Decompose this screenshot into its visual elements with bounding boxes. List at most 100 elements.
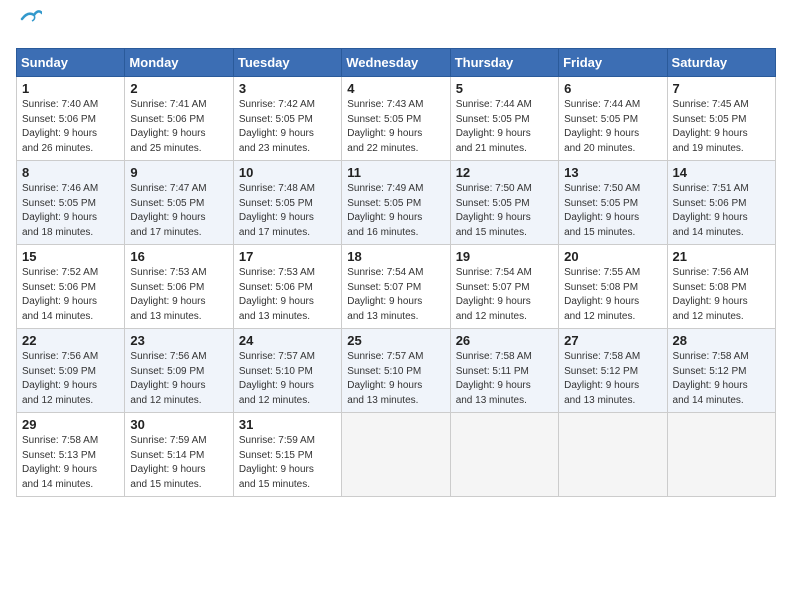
- day-info: Sunrise: 7:49 AM Sunset: 5:05 PM Dayligh…: [347, 182, 444, 240]
- day-info: Sunrise: 7:57 AM Sunset: 5:10 PM Dayligh…: [239, 350, 336, 408]
- day-number: 2: [130, 81, 227, 96]
- day-info: Sunrise: 7:57 AM Sunset: 5:10 PM Dayligh…: [347, 350, 444, 408]
- calendar-cell: 24 Sunrise: 7:57 AM Sunset: 5:10 PM Dayli…: [233, 329, 341, 413]
- calendar-week-1: 1 Sunrise: 7:40 AM Sunset: 5:06 PM Daylig…: [17, 77, 776, 161]
- day-number: 25: [347, 333, 444, 348]
- calendar-week-3: 15Sunrise: 7:52 AM Sunset: 5:06 PM Dayli…: [17, 245, 776, 329]
- calendar-cell: 2 Sunrise: 7:41 AM Sunset: 5:06 PM Daylig…: [125, 77, 233, 161]
- day-info: Sunrise: 7:54 AM Sunset: 5:07 PM Dayligh…: [347, 266, 444, 324]
- weekday-header-saturday: Saturday: [667, 49, 775, 77]
- day-number: 27: [564, 333, 661, 348]
- day-number: 31: [239, 417, 336, 432]
- calendar-cell: [342, 413, 450, 497]
- calendar-cell: 1 Sunrise: 7:40 AM Sunset: 5:06 PM Daylig…: [17, 77, 125, 161]
- calendar-cell: 5 Sunrise: 7:44 AM Sunset: 5:05 PM Daylig…: [450, 77, 558, 161]
- day-number: 8: [22, 165, 119, 180]
- calendar-cell: [450, 413, 558, 497]
- calendar-cell: 13Sunrise: 7:50 AM Sunset: 5:05 PM Dayli…: [559, 161, 667, 245]
- day-info: Sunrise: 7:42 AM Sunset: 5:05 PM Dayligh…: [239, 98, 336, 156]
- day-number: 7: [673, 81, 770, 96]
- calendar-cell: 7 Sunrise: 7:45 AM Sunset: 5:05 PM Daylig…: [667, 77, 775, 161]
- calendar-cell: 12 Sunrise: 7:50 AM Sunset: 5:05 PM Dayli…: [450, 161, 558, 245]
- day-number: 3: [239, 81, 336, 96]
- day-info: Sunrise: 7:58 AM Sunset: 5:13 PM Dayligh…: [22, 434, 119, 492]
- calendar-cell: 10 Sunrise: 7:48 AM Sunset: 5:05 PM Dayli…: [233, 161, 341, 245]
- calendar-cell: 21 Sunrise: 7:56 AM Sunset: 5:08 PM Dayli…: [667, 245, 775, 329]
- calendar-cell: 15Sunrise: 7:52 AM Sunset: 5:06 PM Dayli…: [17, 245, 125, 329]
- day-info: Sunrise: 7:55 AM Sunset: 5:08 PM Dayligh…: [564, 266, 661, 324]
- calendar-cell: 31 Sunrise: 7:59 AM Sunset: 5:15 PM Dayli…: [233, 413, 341, 497]
- calendar-cell: 17 Sunrise: 7:53 AM Sunset: 5:06 PM Dayli…: [233, 245, 341, 329]
- day-info: Sunrise: 7:41 AM Sunset: 5:06 PM Dayligh…: [130, 98, 227, 156]
- day-info: Sunrise: 7:58 AM Sunset: 5:12 PM Dayligh…: [673, 350, 770, 408]
- logo-bird-icon: [20, 9, 42, 27]
- day-number: 26: [456, 333, 553, 348]
- day-number: 17: [239, 249, 336, 264]
- day-number: 13: [564, 165, 661, 180]
- day-info: Sunrise: 7:58 AM Sunset: 5:12 PM Dayligh…: [564, 350, 661, 408]
- calendar-cell: 4Sunrise: 7:43 AM Sunset: 5:05 PM Daylig…: [342, 77, 450, 161]
- day-info: Sunrise: 7:40 AM Sunset: 5:06 PM Dayligh…: [22, 98, 119, 156]
- weekday-header-wednesday: Wednesday: [342, 49, 450, 77]
- calendar-cell: 29Sunrise: 7:58 AM Sunset: 5:13 PM Dayli…: [17, 413, 125, 497]
- day-number: 23: [130, 333, 227, 348]
- day-info: Sunrise: 7:56 AM Sunset: 5:08 PM Dayligh…: [673, 266, 770, 324]
- calendar-cell: 30 Sunrise: 7:59 AM Sunset: 5:14 PM Dayli…: [125, 413, 233, 497]
- calendar-cell: 22 Sunrise: 7:56 AM Sunset: 5:09 PM Dayli…: [17, 329, 125, 413]
- weekday-header-monday: Monday: [125, 49, 233, 77]
- day-info: Sunrise: 7:44 AM Sunset: 5:05 PM Dayligh…: [564, 98, 661, 156]
- day-info: Sunrise: 7:48 AM Sunset: 5:05 PM Dayligh…: [239, 182, 336, 240]
- day-info: Sunrise: 7:59 AM Sunset: 5:15 PM Dayligh…: [239, 434, 336, 492]
- day-number: 30: [130, 417, 227, 432]
- calendar-week-2: 8 Sunrise: 7:46 AM Sunset: 5:05 PM Daylig…: [17, 161, 776, 245]
- page-header: [16, 16, 776, 38]
- day-number: 20: [564, 249, 661, 264]
- calendar-cell: 16 Sunrise: 7:53 AM Sunset: 5:06 PM Dayli…: [125, 245, 233, 329]
- calendar-cell: 9Sunrise: 7:47 AM Sunset: 5:05 PM Daylig…: [125, 161, 233, 245]
- calendar-cell: 26 Sunrise: 7:58 AM Sunset: 5:11 PM Dayli…: [450, 329, 558, 413]
- day-number: 10: [239, 165, 336, 180]
- day-number: 19: [456, 249, 553, 264]
- calendar-cell: 6 Sunrise: 7:44 AM Sunset: 5:05 PM Daylig…: [559, 77, 667, 161]
- calendar-cell: 8 Sunrise: 7:46 AM Sunset: 5:05 PM Daylig…: [17, 161, 125, 245]
- calendar-cell: 19 Sunrise: 7:54 AM Sunset: 5:07 PM Dayli…: [450, 245, 558, 329]
- day-number: 6: [564, 81, 661, 96]
- day-info: Sunrise: 7:47 AM Sunset: 5:05 PM Dayligh…: [130, 182, 227, 240]
- day-info: Sunrise: 7:54 AM Sunset: 5:07 PM Dayligh…: [456, 266, 553, 324]
- day-info: Sunrise: 7:59 AM Sunset: 5:14 PM Dayligh…: [130, 434, 227, 492]
- calendar-cell: 14Sunrise: 7:51 AM Sunset: 5:06 PM Dayli…: [667, 161, 775, 245]
- weekday-header-thursday: Thursday: [450, 49, 558, 77]
- day-number: 5: [456, 81, 553, 96]
- day-number: 16: [130, 249, 227, 264]
- day-info: Sunrise: 7:50 AM Sunset: 5:05 PM Dayligh…: [456, 182, 553, 240]
- day-info: Sunrise: 7:45 AM Sunset: 5:05 PM Dayligh…: [673, 98, 770, 156]
- day-number: 12: [456, 165, 553, 180]
- day-info: Sunrise: 7:58 AM Sunset: 5:11 PM Dayligh…: [456, 350, 553, 408]
- calendar-week-5: 29Sunrise: 7:58 AM Sunset: 5:13 PM Dayli…: [17, 413, 776, 497]
- day-info: Sunrise: 7:56 AM Sunset: 5:09 PM Dayligh…: [22, 350, 119, 408]
- weekday-header-friday: Friday: [559, 49, 667, 77]
- day-info: Sunrise: 7:56 AM Sunset: 5:09 PM Dayligh…: [130, 350, 227, 408]
- weekday-header-tuesday: Tuesday: [233, 49, 341, 77]
- day-number: 11: [347, 165, 444, 180]
- day-number: 22: [22, 333, 119, 348]
- weekday-header-sunday: Sunday: [17, 49, 125, 77]
- day-number: 18: [347, 249, 444, 264]
- day-info: Sunrise: 7:44 AM Sunset: 5:05 PM Dayligh…: [456, 98, 553, 156]
- calendar-cell: 3 Sunrise: 7:42 AM Sunset: 5:05 PM Daylig…: [233, 77, 341, 161]
- day-info: Sunrise: 7:51 AM Sunset: 5:06 PM Dayligh…: [673, 182, 770, 240]
- calendar-cell: 20 Sunrise: 7:55 AM Sunset: 5:08 PM Dayli…: [559, 245, 667, 329]
- day-info: Sunrise: 7:43 AM Sunset: 5:05 PM Dayligh…: [347, 98, 444, 156]
- day-info: Sunrise: 7:53 AM Sunset: 5:06 PM Dayligh…: [239, 266, 336, 324]
- calendar-cell: [559, 413, 667, 497]
- calendar-cell: 25 Sunrise: 7:57 AM Sunset: 5:10 PM Dayli…: [342, 329, 450, 413]
- day-info: Sunrise: 7:53 AM Sunset: 5:06 PM Dayligh…: [130, 266, 227, 324]
- day-number: 24: [239, 333, 336, 348]
- calendar-cell: 11 Sunrise: 7:49 AM Sunset: 5:05 PM Dayli…: [342, 161, 450, 245]
- day-number: 21: [673, 249, 770, 264]
- day-number: 1: [22, 81, 119, 96]
- day-number: 15: [22, 249, 119, 264]
- day-info: Sunrise: 7:46 AM Sunset: 5:05 PM Dayligh…: [22, 182, 119, 240]
- calendar-cell: 23 Sunrise: 7:56 AM Sunset: 5:09 PM Dayli…: [125, 329, 233, 413]
- calendar-week-4: 22 Sunrise: 7:56 AM Sunset: 5:09 PM Dayli…: [17, 329, 776, 413]
